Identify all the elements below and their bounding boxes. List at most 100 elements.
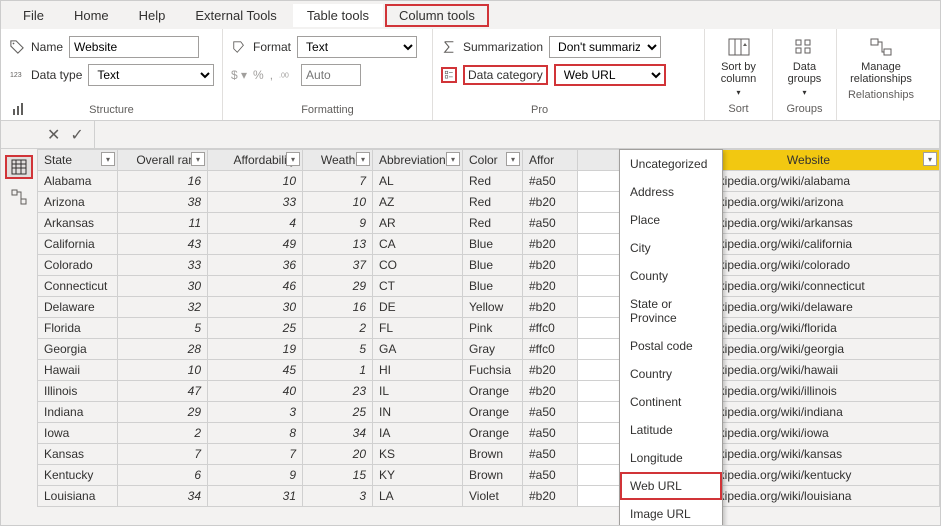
report-view-icon[interactable] — [5, 97, 33, 121]
dropdown-item[interactable]: County — [620, 262, 722, 290]
table-row[interactable]: Kentucky6915KYBrown#a50//en.wikipedia.or… — [38, 465, 940, 486]
dropdown-item[interactable]: Web URL — [620, 472, 722, 500]
dropdown-item[interactable]: Country — [620, 360, 722, 388]
dropdown-item[interactable]: Image URL — [620, 500, 722, 525]
table-row[interactable]: Arkansas1149ARRed#a50//en.wikipedia.org/… — [38, 213, 940, 234]
properties-group-label: Pro — [441, 102, 696, 118]
data-grid: State▾ Overall rank▾ Affordability▾ Weat… — [37, 149, 940, 525]
cancel-icon[interactable]: ✕ — [47, 125, 60, 145]
formula-bar: ✕ ✓ — [1, 121, 940, 149]
col-header-color[interactable]: Color▾ — [463, 150, 523, 171]
groups-group-label: Groups — [781, 101, 828, 117]
datacategory-dropdown: UncategorizedAddressPlaceCityCountyState… — [619, 149, 723, 525]
main-area: State▾ Overall rank▾ Affordability▾ Weat… — [1, 149, 940, 525]
table-row[interactable]: California434913CABlue#b20//en.wikipedia… — [38, 234, 940, 255]
chevron-down-icon[interactable]: ▾ — [356, 152, 370, 166]
ribbon-tabs: File Home Help External Tools Table tool… — [1, 1, 940, 29]
ribbon-group-sort: Sort by column▾ Sort — [705, 29, 773, 120]
commit-icon[interactable]: ✓ — [70, 125, 83, 145]
table-row[interactable]: Iowa2834IAOrange#a50//en.wikipedia.org/w… — [38, 423, 940, 444]
table-row[interactable]: Connecticut304629CTBlue#b20//en.wikipedi… — [38, 276, 940, 297]
relationships-group-label: Relationships — [845, 87, 917, 103]
col-header-state[interactable]: State▾ — [38, 150, 118, 171]
sort-by-column-button[interactable]: Sort by column▾ — [713, 33, 764, 101]
table-row[interactable]: Delaware323016DEYellow#b20//en.wikipedia… — [38, 297, 940, 318]
table-row[interactable]: Kansas7720KSBrown#a50//en.wikipedia.org/… — [38, 444, 940, 465]
dropdown-item[interactable]: Postal code — [620, 332, 722, 360]
table-row[interactable]: Indiana29325INOrange#a50//en.wikipedia.o… — [38, 402, 940, 423]
data-view-icon[interactable] — [5, 155, 33, 179]
table-row[interactable]: Louisiana34313LAViolet#b20//en.wikipedia… — [38, 486, 940, 507]
dropdown-item[interactable]: Place — [620, 206, 722, 234]
chevron-down-icon[interactable]: ▾ — [286, 152, 300, 166]
formatting-group-label: Formatting — [231, 102, 424, 118]
summarization-label: Summarization — [463, 40, 543, 54]
dropdown-item[interactable]: City — [620, 234, 722, 262]
ribbon-group-groups: Data groups▾ Groups — [773, 29, 837, 120]
datatype-select[interactable]: Text — [88, 64, 214, 86]
structure-group-label: Structure — [9, 102, 214, 118]
left-rail — [1, 149, 37, 525]
manage-relationships-button[interactable]: Manage relationships — [845, 33, 917, 87]
datatype-label: Data type — [31, 68, 82, 82]
dropdown-item[interactable]: State or Province — [620, 290, 722, 332]
col-header-rank[interactable]: Overall rank▾ — [118, 150, 208, 171]
dropdown-item[interactable]: Continent — [620, 388, 722, 416]
ribbon-content: Name 123 Data type Text Structure Format… — [1, 29, 940, 121]
category-icon — [441, 67, 457, 83]
datacategory-select[interactable]: Web URL — [554, 64, 666, 86]
col-header-affor[interactable]: Affor — [523, 150, 578, 171]
table-row[interactable]: Illinois474023ILOrange#b20//en.wikipedia… — [38, 381, 940, 402]
table-row[interactable]: Georgia28195GAGray#ffc0//en.wikipedia.or… — [38, 339, 940, 360]
datacategory-label: Data category — [463, 65, 548, 85]
ribbon-group-formatting: Format Text $ ▾ % , .00 Formatting — [223, 29, 433, 120]
tab-table-tools[interactable]: Table tools — [293, 4, 383, 27]
table-row[interactable]: Hawaii10451HIFuchsia#b20//en.wikipedia.o… — [38, 360, 940, 381]
percent-icon: % — [253, 68, 264, 82]
name-label: Name — [31, 40, 63, 54]
decimal-icon: .00 — [279, 67, 295, 83]
col-header-abbreviation[interactable]: Abbreviation▾ — [373, 150, 463, 171]
chevron-down-icon[interactable]: ▾ — [101, 152, 115, 166]
table-row[interactable]: Alabama16107ALRed#a50//en.wikipedia.org/… — [38, 171, 940, 192]
format-select[interactable]: Text — [297, 36, 417, 58]
sort-group-label: Sort — [713, 101, 764, 117]
ribbon-group-relationships: Manage relationships Relationships — [837, 29, 925, 120]
data-groups-button[interactable]: Data groups▾ — [781, 33, 828, 101]
chevron-down-icon[interactable]: ▾ — [506, 152, 520, 166]
comma-icon: , — [270, 68, 273, 82]
ribbon-group-structure: Name 123 Data type Text Structure — [1, 29, 223, 120]
dropdown-item[interactable]: Uncategorized — [620, 150, 722, 178]
dropdown-item[interactable]: Address — [620, 178, 722, 206]
formula-input[interactable] — [94, 121, 940, 148]
format-icon — [231, 39, 247, 55]
groups-icon — [791, 35, 819, 59]
dropdown-item[interactable]: Latitude — [620, 416, 722, 444]
sort-icon — [725, 35, 753, 59]
datatype-icon: 123 — [9, 67, 25, 83]
chevron-down-icon[interactable]: ▾ — [191, 152, 205, 166]
relationships-icon — [867, 35, 895, 59]
sigma-icon — [441, 39, 457, 55]
svg-text:.00: .00 — [279, 72, 289, 80]
tab-help[interactable]: Help — [125, 4, 180, 27]
summarization-select[interactable]: Don't summarize — [549, 36, 661, 58]
table-row[interactable]: Arizona383310AZRed#b20//en.wikipedia.org… — [38, 192, 940, 213]
format-label: Format — [253, 40, 291, 54]
tab-home[interactable]: Home — [60, 4, 123, 27]
tab-column-tools[interactable]: Column tools — [385, 4, 489, 27]
model-view-icon[interactable] — [5, 185, 33, 209]
chevron-down-icon[interactable]: ▾ — [923, 152, 937, 166]
tag-icon — [9, 39, 25, 55]
tab-file[interactable]: File — [9, 4, 58, 27]
tab-external-tools[interactable]: External Tools — [181, 4, 290, 27]
table-row[interactable]: Colorado333637COBlue#b20//en.wikipedia.o… — [38, 255, 940, 276]
table-row[interactable]: Florida5252FLPink#ffc0//en.wikipedia.org… — [38, 318, 940, 339]
ribbon-group-properties: Summarization Don't summarize Data categ… — [433, 29, 705, 120]
dropdown-item[interactable]: Longitude — [620, 444, 722, 472]
decimal-input — [301, 64, 361, 86]
col-header-affordability[interactable]: Affordability▾ — [208, 150, 303, 171]
col-header-weather[interactable]: Weather▾ — [303, 150, 373, 171]
chevron-down-icon[interactable]: ▾ — [446, 152, 460, 166]
name-input[interactable] — [69, 36, 199, 58]
